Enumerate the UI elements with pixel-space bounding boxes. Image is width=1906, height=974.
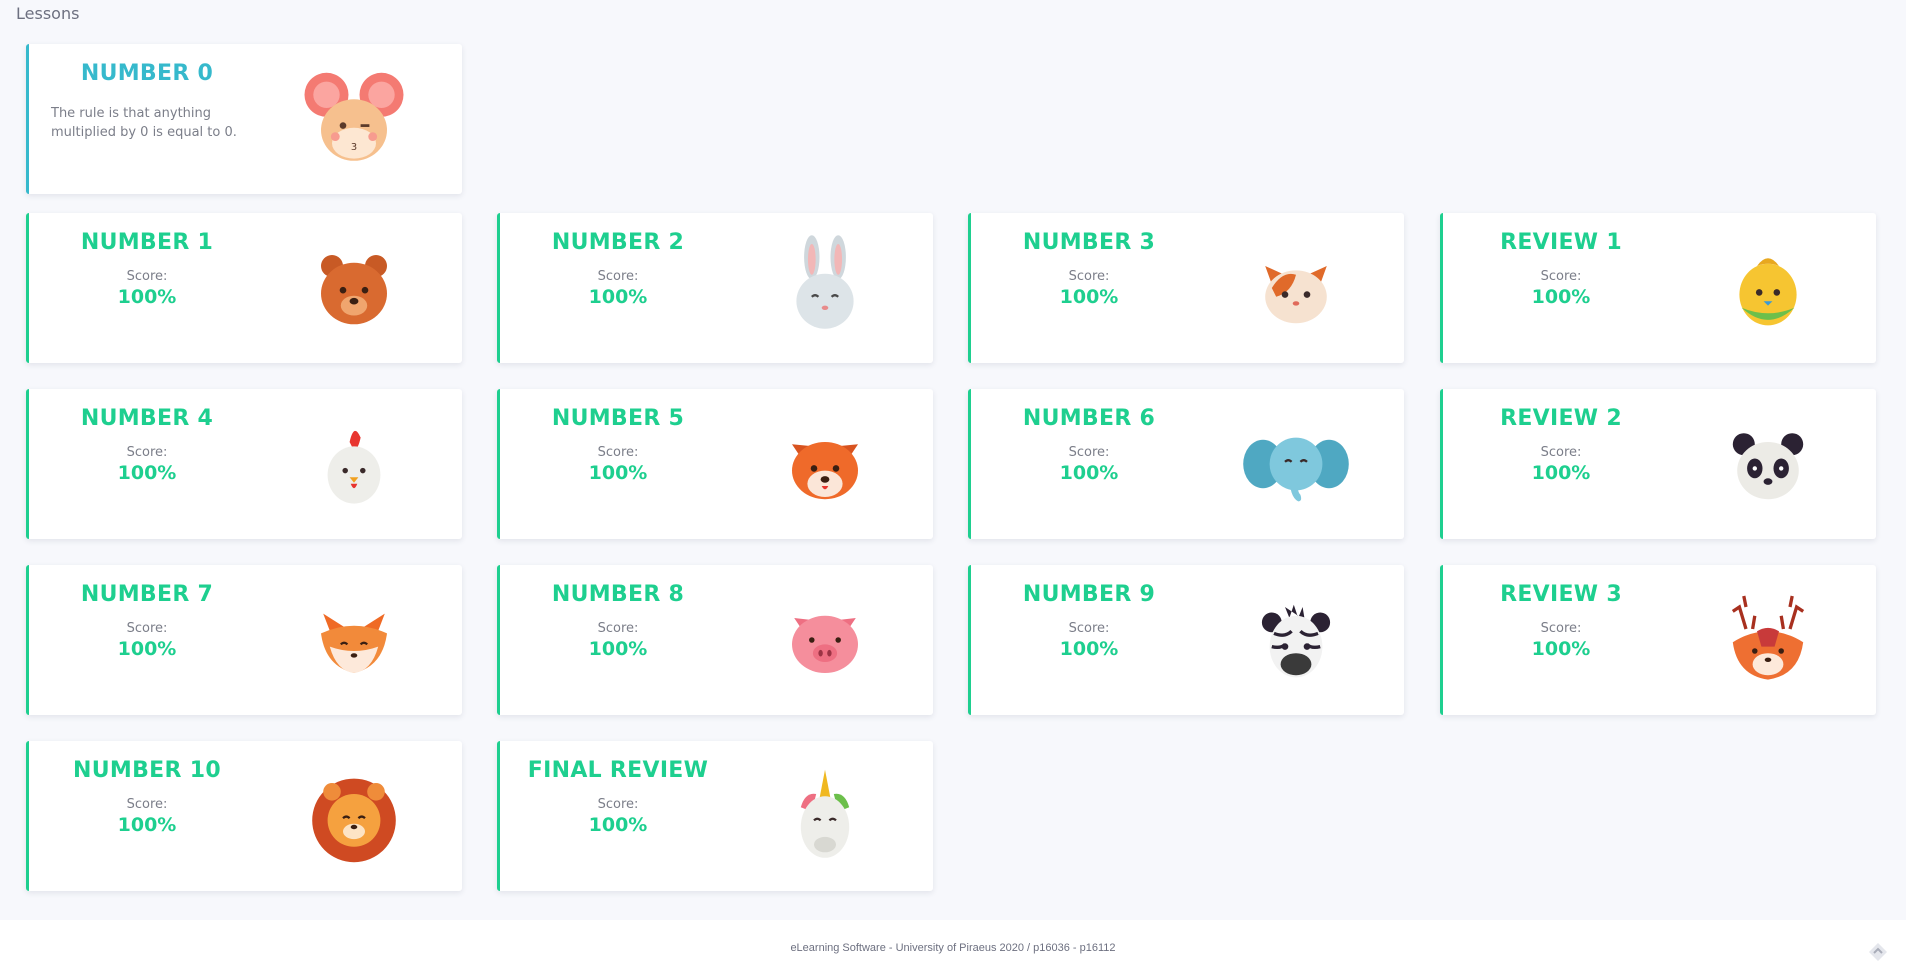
score-label: Score: — [597, 269, 639, 284]
lesson-card-number-2[interactable]: NUMBER 2 Score: 100% — [497, 213, 933, 363]
score-label: Score: — [126, 797, 168, 812]
score-value: 100% — [1059, 286, 1119, 308]
lesson-title: NUMBER 7 — [80, 582, 214, 607]
score-value: 100% — [1531, 462, 1591, 484]
lesson-title: NUMBER 8 — [551, 582, 685, 607]
deer-icon — [1713, 585, 1823, 695]
bird-icon — [1713, 233, 1823, 343]
score-value: 100% — [1531, 638, 1591, 660]
scroll-to-top-icon[interactable] — [1866, 940, 1890, 964]
footer: eLearning Software - University of Pirae… — [0, 920, 1906, 974]
score-value: 100% — [117, 638, 177, 660]
fox-icon — [299, 585, 409, 695]
score-label: Score: — [1068, 269, 1110, 284]
lesson-title: NUMBER 10 — [73, 758, 221, 783]
score-label: Score: — [1540, 445, 1582, 460]
unicorn-icon — [770, 761, 880, 871]
lesson-title: NUMBER 9 — [1022, 582, 1156, 607]
lesson-title: FINAL REVIEW — [527, 758, 709, 783]
score-label: Score: — [597, 621, 639, 636]
lesson-card-number-7[interactable]: NUMBER 7 Score: 100% — [26, 565, 462, 715]
lesson-title: NUMBER 2 — [551, 230, 685, 255]
lesson-card-review-2[interactable]: REVIEW 2 Score: 100% — [1440, 389, 1876, 539]
svg-text:3: 3 — [351, 142, 357, 153]
lesson-card-number-1[interactable]: NUMBER 1 Score: 100% — [26, 213, 462, 363]
lesson-card-review-1[interactable]: REVIEW 1 Score: 100% — [1440, 213, 1876, 363]
lion-icon — [299, 761, 409, 871]
score-value: 100% — [588, 462, 648, 484]
lesson-description: The rule is that anything multiplied by … — [51, 106, 237, 140]
lesson-title: NUMBER 4 — [80, 406, 214, 431]
score-label: Score: — [1540, 269, 1582, 284]
zebra-icon — [1241, 585, 1351, 695]
lesson-card-number-8[interactable]: NUMBER 8 Score: 100% — [497, 565, 933, 715]
score-label: Score: — [1540, 621, 1582, 636]
dog-icon — [770, 409, 880, 519]
score-label: Score: — [126, 445, 168, 460]
score-value: 100% — [588, 638, 648, 660]
lesson-title: REVIEW 3 — [1500, 582, 1622, 607]
lesson-title: REVIEW 2 — [1500, 406, 1622, 431]
lesson-title: REVIEW 1 — [1500, 230, 1622, 255]
footer-text: eLearning Software - University of Pirae… — [790, 942, 1116, 954]
score-value: 100% — [1531, 286, 1591, 308]
panda-icon — [1713, 409, 1823, 519]
lesson-card-number-0[interactable]: NUMBER 0 The rule is that anything multi… — [26, 44, 462, 194]
elephant-icon — [1241, 409, 1351, 519]
score-value: 100% — [1059, 638, 1119, 660]
cat-icon — [1241, 233, 1351, 343]
score-value: 100% — [1059, 462, 1119, 484]
score-label: Score: — [126, 269, 168, 284]
lesson-title: NUMBER 1 — [80, 230, 214, 255]
score-value: 100% — [588, 286, 648, 308]
lesson-card-number-5[interactable]: NUMBER 5 Score: 100% — [497, 389, 933, 539]
lesson-title: NUMBER 0 — [80, 61, 214, 86]
score-value: 100% — [117, 462, 177, 484]
score-label: Score: — [126, 621, 168, 636]
lesson-card-number-9[interactable]: NUMBER 9 Score: 100% — [968, 565, 1404, 715]
bear-icon — [299, 233, 409, 343]
lesson-card-final-review[interactable]: FINAL REVIEW Score: 100% — [497, 741, 933, 891]
lesson-card-number-3[interactable]: NUMBER 3 Score: 100% — [968, 213, 1404, 363]
lesson-card-review-3[interactable]: REVIEW 3 Score: 100% — [1440, 565, 1876, 715]
score-label: Score: — [597, 797, 639, 812]
lesson-card-number-4[interactable]: NUMBER 4 Score: 100% — [26, 389, 462, 539]
chicken-icon — [299, 409, 409, 519]
score-value: 100% — [117, 814, 177, 836]
lesson-card-number-10[interactable]: NUMBER 10 Score: 100% — [26, 741, 462, 891]
score-label: Score: — [1068, 621, 1110, 636]
lessons-grid: NUMBER 0 The rule is that anything multi… — [0, 0, 1906, 920]
mouse-icon: 3 — [299, 64, 409, 174]
score-label: Score: — [1068, 445, 1110, 460]
lesson-title: NUMBER 5 — [551, 406, 685, 431]
rabbit-icon — [770, 233, 880, 343]
lesson-card-number-6[interactable]: NUMBER 6 Score: 100% — [968, 389, 1404, 539]
score-value: 100% — [117, 286, 177, 308]
score-label: Score: — [597, 445, 639, 460]
score-value: 100% — [588, 814, 648, 836]
pig-icon — [770, 585, 880, 695]
lesson-title: NUMBER 3 — [1022, 230, 1156, 255]
lesson-title: NUMBER 6 — [1022, 406, 1156, 431]
